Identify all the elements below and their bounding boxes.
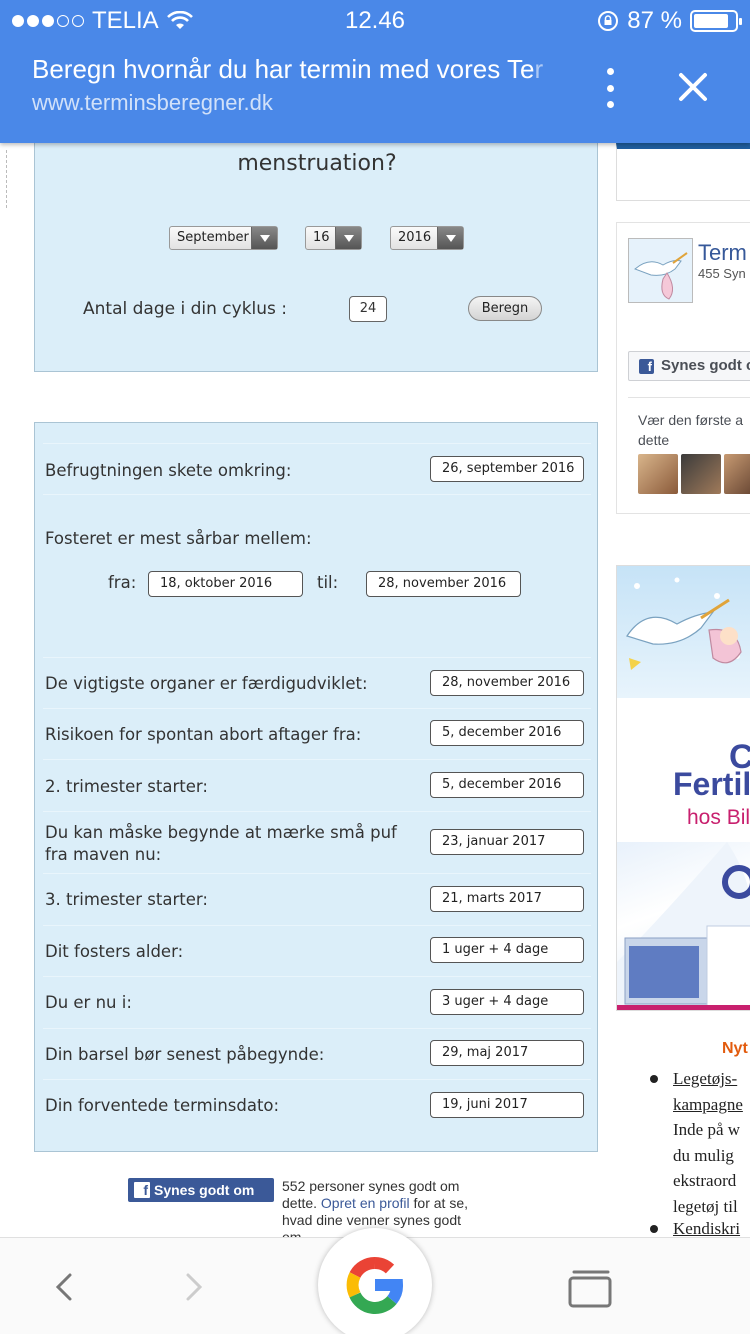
page-name-link[interactable]: Term: [698, 240, 747, 266]
page-avatar[interactable]: [628, 238, 693, 303]
result-row-label: Risikoen for spontan abort aftager fra:: [45, 725, 362, 744]
close-icon[interactable]: [672, 66, 714, 108]
chevron-down-icon: [437, 227, 463, 249]
from-date-field[interactable]: 18, oktober 2016: [148, 571, 303, 597]
ad-headline: Fertil: [673, 766, 750, 802]
year-select[interactable]: 2016: [390, 226, 464, 250]
ad-product-image: [617, 842, 750, 1010]
facebook-like-button[interactable]: f Synes godt om: [128, 1178, 274, 1202]
result-row-field[interactable]: 21, marts 2017: [430, 886, 584, 912]
divider: [6, 150, 7, 208]
result-row-field[interactable]: 1 uger + 4 dage: [430, 937, 584, 963]
day-select[interactable]: 16: [305, 226, 362, 250]
result-row-field[interactable]: 3 uger + 4 dage: [430, 989, 584, 1015]
result-row-field[interactable]: 28, november 2016: [430, 670, 584, 696]
be-first-text: Vær den første a dette: [638, 412, 744, 448]
due-date-label: Din forventede terminsdato:: [45, 1096, 280, 1115]
result-row-label: Du kan måske begynde at mærke små puf fra…: [45, 823, 397, 864]
facebook-icon: f: [134, 1182, 150, 1198]
news-heading: Nyt: [722, 1040, 748, 1057]
back-icon[interactable]: [52, 1272, 78, 1302]
facebook-icon: f: [639, 359, 654, 374]
calculate-button[interactable]: Beregn: [468, 296, 542, 321]
friend-avatar[interactable]: [724, 454, 750, 494]
result-row-label: De vigtigste organer er færdigudviklet:: [45, 674, 368, 693]
page-likes-count: 455 Syn: [698, 266, 746, 281]
cycle-length-input[interactable]: 24: [349, 296, 387, 322]
result-row-field[interactable]: 5, december 2016: [430, 720, 584, 746]
result-row-label: 3. trimester starter:: [45, 890, 208, 909]
result-row-field[interactable]: 23, januar 2017: [430, 829, 584, 855]
bottom-toolbar: [0, 1228, 750, 1334]
result-row-label: Din barsel bør senest påbegynde:: [45, 1045, 325, 1064]
battery-percent: 87 %: [627, 7, 682, 34]
news-item-text: Inde på w du mulig ekstraord legetøj til: [673, 1120, 741, 1216]
cycle-label: Antal dage i din cyklus :: [83, 299, 288, 319]
friend-avatar[interactable]: [638, 454, 678, 494]
google-logo-icon: [346, 1257, 403, 1314]
stork-image: [629, 239, 692, 302]
ad-subline: hos Bill: [687, 806, 750, 829]
result-row-field[interactable]: 29, maj 2017: [430, 1040, 584, 1066]
result-row-label: 2. trimester starter:: [45, 777, 208, 796]
to-label: til:: [317, 573, 339, 592]
page-url: www.terminsberegner.dk: [32, 90, 273, 115]
result-row-label: Du er nu i:: [45, 993, 132, 1012]
to-date-field[interactable]: 28, november 2016: [366, 571, 521, 597]
chevron-down-icon: [251, 227, 277, 249]
more-options-icon[interactable]: [600, 68, 620, 108]
conception-label: Befrugtningen skete omkring:: [45, 461, 292, 480]
friend-avatar[interactable]: [681, 454, 721, 494]
result-row-label: Dit fosters alder:: [45, 942, 184, 961]
tabs-icon[interactable]: [568, 1268, 614, 1308]
result-row-field[interactable]: 5, december 2016: [430, 772, 584, 798]
chevron-down-icon: [335, 227, 361, 249]
battery-icon: [690, 10, 742, 32]
page: TELIA 12.46 87 % Beregn hvornår du har t…: [0, 0, 750, 1334]
from-label: fra:: [108, 573, 137, 592]
calculator-form: menstruation? September 16 2016 Antal da…: [34, 120, 598, 372]
conception-field[interactable]: 26, september 2016: [430, 456, 584, 482]
custom-tab-toolbar: TELIA 12.46 87 % Beregn hvornår du har t…: [0, 0, 750, 143]
vulnerable-label: Fosteret er mest sårbar mellem:: [45, 529, 312, 548]
advertisement[interactable]: C Fertil hos Bill: [616, 565, 750, 1011]
rotation-lock-icon: [598, 11, 619, 31]
page-like-button[interactable]: f Synes godt c: [628, 351, 750, 381]
status-bar: TELIA 12.46 87 %: [0, 0, 750, 40]
page-title: Beregn hvornår du har termin med vores T…: [32, 54, 544, 84]
sidebar-widget: [616, 143, 750, 201]
forward-icon[interactable]: [180, 1272, 206, 1302]
month-select[interactable]: September: [169, 226, 278, 250]
ad-stork-banner: [617, 566, 750, 698]
due-date-field[interactable]: 19, juni 2017: [430, 1092, 584, 1118]
results-panel: Befrugtningen skete omkring: 26, septemb…: [34, 422, 598, 1152]
create-profile-link[interactable]: Opret en profil: [321, 1195, 410, 1211]
question-text: menstruation?: [237, 151, 397, 176]
news-item-link[interactable]: Legetøjs-kampagne: [673, 1066, 750, 1117]
google-search-button[interactable]: [318, 1228, 432, 1334]
